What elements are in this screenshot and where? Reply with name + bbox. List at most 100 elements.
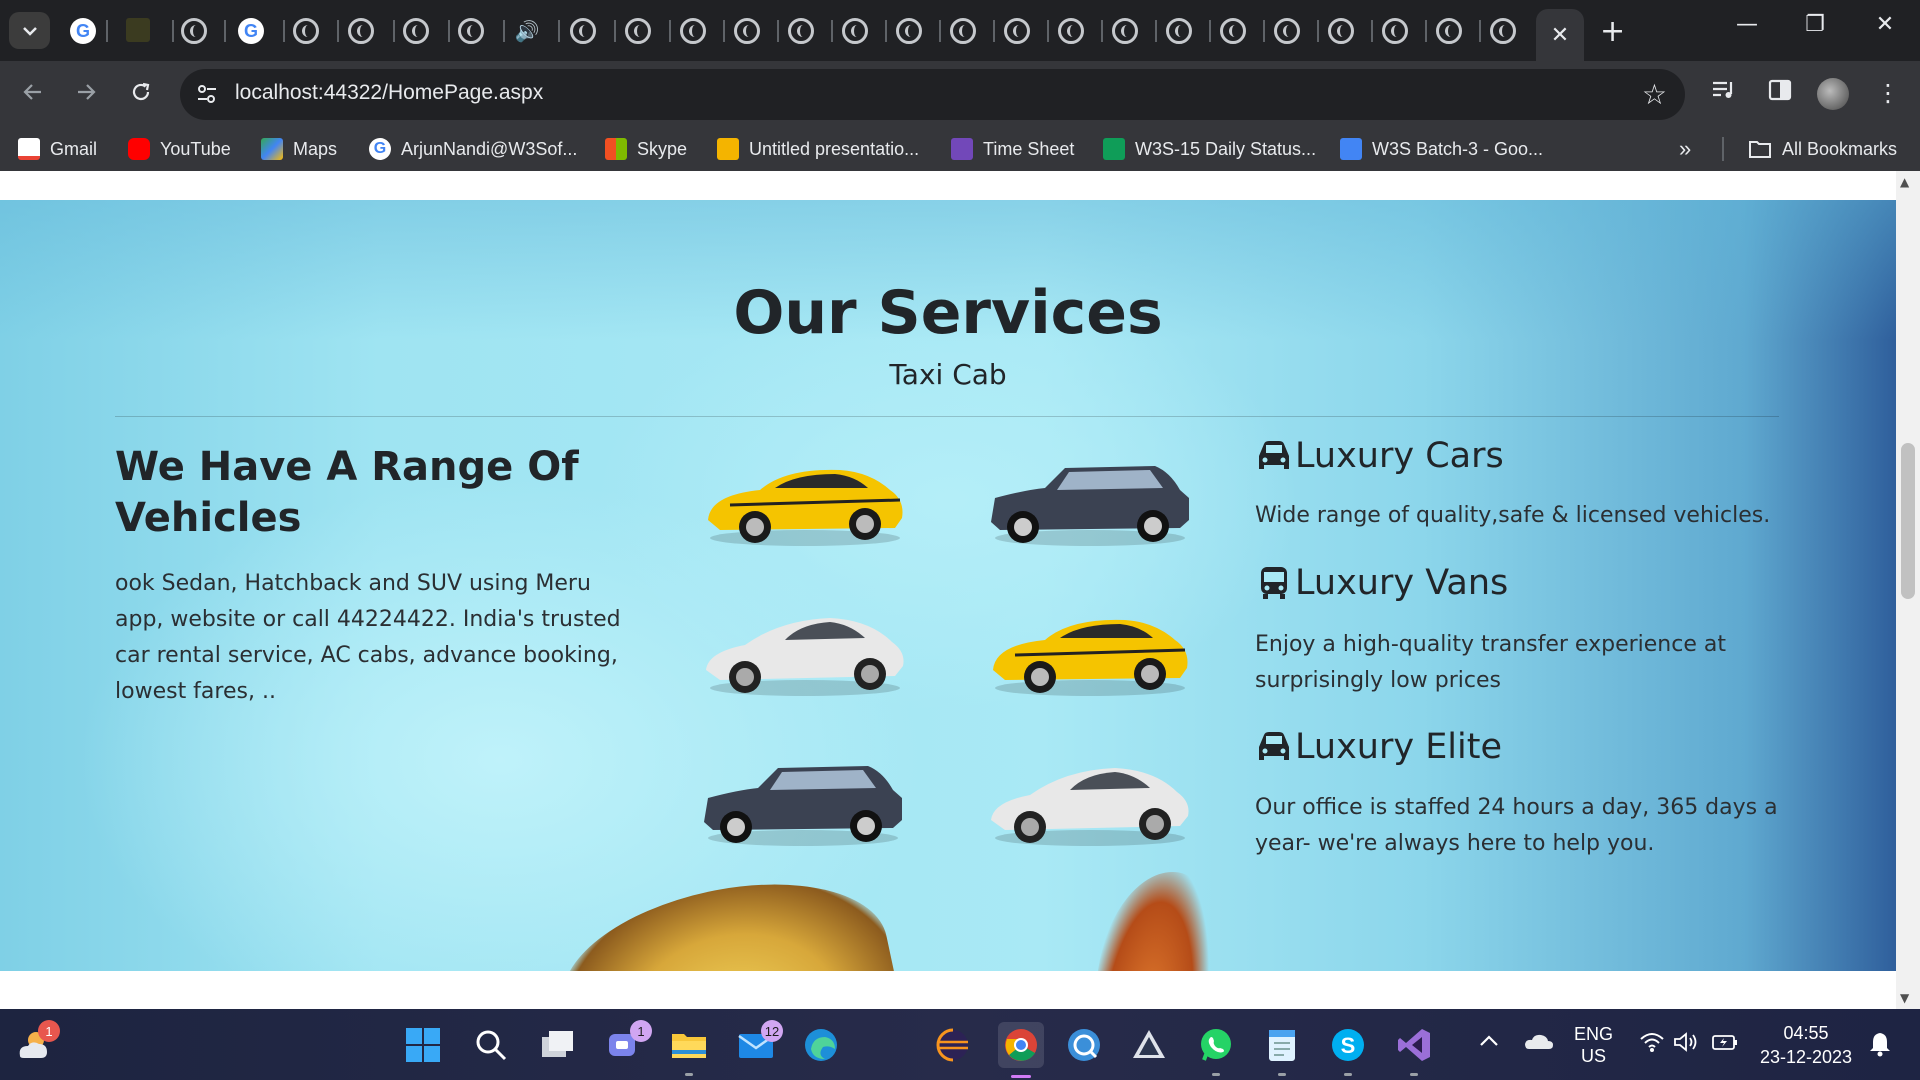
visual-studio-button[interactable] (1393, 1024, 1435, 1076)
maps-icon (261, 138, 283, 160)
mail-button[interactable]: 12 (735, 1020, 783, 1066)
tab-favicon[interactable] (126, 18, 150, 42)
battery-icon[interactable] (1711, 1031, 1739, 1058)
teams-button[interactable]: 1 (604, 1020, 652, 1066)
eclipse-button[interactable] (932, 1024, 974, 1066)
tab-globe[interactable] (1328, 18, 1354, 44)
tab-globe[interactable] (1166, 18, 1192, 44)
scroll-down-arrow-icon[interactable]: ▼ (1900, 991, 1909, 1005)
tab-globe[interactable] (348, 18, 374, 44)
wifi-icon[interactable] (1639, 1031, 1665, 1058)
tab-globe[interactable] (293, 18, 319, 44)
bookmark-slides[interactable]: Untitled presentatio... (717, 136, 919, 162)
bookmark-skype[interactable]: Skype (605, 136, 687, 162)
show-hidden-icons-button[interactable] (1478, 1031, 1500, 1054)
bookmark-batch[interactable]: W3S Batch-3 - Goo... (1340, 136, 1543, 162)
close-window-button[interactable]: ✕ (1862, 12, 1908, 37)
bookmark-gmail[interactable]: Gmail (18, 136, 97, 162)
weather-badge: 1 (38, 1020, 60, 1042)
bookmark-maps[interactable]: Maps (261, 136, 337, 162)
menu-kebab-icon[interactable]: ⋮ (1870, 79, 1906, 107)
car-image-yellow-sports (993, 619, 1188, 696)
tab-globe[interactable] (1112, 18, 1138, 44)
windows-icon (406, 1028, 440, 1062)
scroll-up-arrow-icon[interactable]: ▲ (1900, 175, 1909, 189)
restore-button[interactable]: ❐ (1792, 12, 1838, 37)
tab-globe[interactable] (181, 18, 207, 44)
tab-globe[interactable] (1436, 18, 1462, 44)
tab-globe[interactable] (734, 18, 760, 44)
chrome-button[interactable] (998, 1022, 1044, 1078)
tab-globe[interactable] (680, 18, 706, 44)
url-text[interactable]: localhost:44322/HomePage.aspx (235, 81, 543, 105)
skype-button[interactable]: S (1327, 1024, 1369, 1076)
forms-icon (951, 138, 973, 160)
whatsapp-button[interactable] (1195, 1024, 1237, 1076)
notification-bell-icon[interactable] (1868, 1031, 1892, 1062)
car-image-dark-suv (704, 766, 902, 846)
svg-text:S: S (1341, 1033, 1356, 1058)
tab-globe[interactable] (1058, 18, 1084, 44)
bookmark-daily-status[interactable]: W3S-15 Daily Status... (1103, 136, 1316, 162)
tab-globe[interactable] (1382, 18, 1408, 44)
minimize-button[interactable]: — (1724, 12, 1770, 37)
language-indicator[interactable]: ENG US (1574, 1023, 1613, 1067)
teams-badge: 1 (630, 1020, 652, 1042)
file-explorer-button[interactable] (668, 1024, 710, 1076)
active-tab-close-button[interactable]: ✕ (1536, 9, 1584, 61)
reload-button[interactable] (121, 78, 161, 111)
search-icon (476, 1030, 507, 1061)
notepad-button[interactable] (1261, 1024, 1303, 1076)
tab-globe[interactable] (1220, 18, 1246, 44)
tab-globe[interactable] (1274, 18, 1300, 44)
bookmark-youtube[interactable]: YouTube (128, 136, 231, 162)
tab-globe[interactable] (896, 18, 922, 44)
tab-globe[interactable] (403, 18, 429, 44)
edge-icon (805, 1029, 837, 1061)
page-viewport: Our Services Taxi Cab We Have A Range Of… (0, 171, 1920, 1009)
audio-playing-icon[interactable]: 🔊 (514, 18, 540, 44)
tab-globe[interactable] (570, 18, 596, 44)
tab-search-button[interactable] (9, 12, 50, 49)
search-button[interactable] (470, 1024, 512, 1066)
tab-globe[interactable] (950, 18, 976, 44)
back-button[interactable] (13, 78, 53, 111)
car-icon (1259, 732, 1289, 760)
windows-taskbar: 1 1 12 S ENG US 04:55 23-12-2023 (0, 1009, 1920, 1080)
car-image-dark-suv (991, 466, 1189, 546)
onedrive-icon[interactable] (1524, 1031, 1554, 1058)
vpn-button[interactable] (1128, 1024, 1170, 1066)
edge-button[interactable] (800, 1024, 842, 1066)
weather-widget-icon[interactable]: 1 (12, 1020, 60, 1066)
range-description: ook Sedan, Hatchback and SUV using Meru … (115, 571, 621, 704)
page-scrollbar[interactable]: ▲ ▼ (1896, 171, 1920, 1009)
profile-avatar[interactable] (1817, 78, 1849, 110)
car-icon (1259, 441, 1289, 469)
azure-data-studio-button[interactable] (1063, 1024, 1105, 1066)
media-control-icon[interactable] (1706, 79, 1742, 107)
new-tab-button[interactable]: + (1600, 14, 1625, 49)
tab-globe[interactable] (458, 18, 484, 44)
tab-google[interactable]: G (238, 18, 264, 44)
tab-globe[interactable] (788, 18, 814, 44)
all-bookmarks-button[interactable]: All Bookmarks (1748, 136, 1897, 162)
feature-luxury-elite: Luxury Elite (1255, 727, 1502, 767)
task-view-button[interactable] (537, 1024, 579, 1066)
bookmark-google-account[interactable]: G ArjunNandi@W3Sof... (369, 136, 577, 162)
tab-globe[interactable] (625, 18, 651, 44)
side-panel-icon[interactable] (1762, 79, 1798, 107)
clock[interactable]: 04:55 23-12-2023 (1757, 1021, 1855, 1069)
tab-globe[interactable] (1490, 18, 1516, 44)
bookmark-timesheet[interactable]: Time Sheet (951, 136, 1074, 162)
site-info-icon[interactable] (196, 83, 220, 107)
forward-button[interactable] (66, 78, 106, 111)
scrollbar-thumb[interactable] (1901, 443, 1915, 599)
tab-globe[interactable] (842, 18, 868, 44)
bookmarks-overflow-button[interactable]: » (1679, 136, 1691, 162)
volume-icon[interactable] (1673, 1031, 1699, 1058)
tab-globe[interactable] (1004, 18, 1030, 44)
bookmark-star-icon[interactable]: ☆ (1642, 78, 1667, 111)
address-bar[interactable]: localhost:44322/HomePage.aspx ☆ (180, 69, 1685, 120)
tab-google[interactable]: G (70, 18, 96, 44)
start-button[interactable] (402, 1024, 444, 1066)
